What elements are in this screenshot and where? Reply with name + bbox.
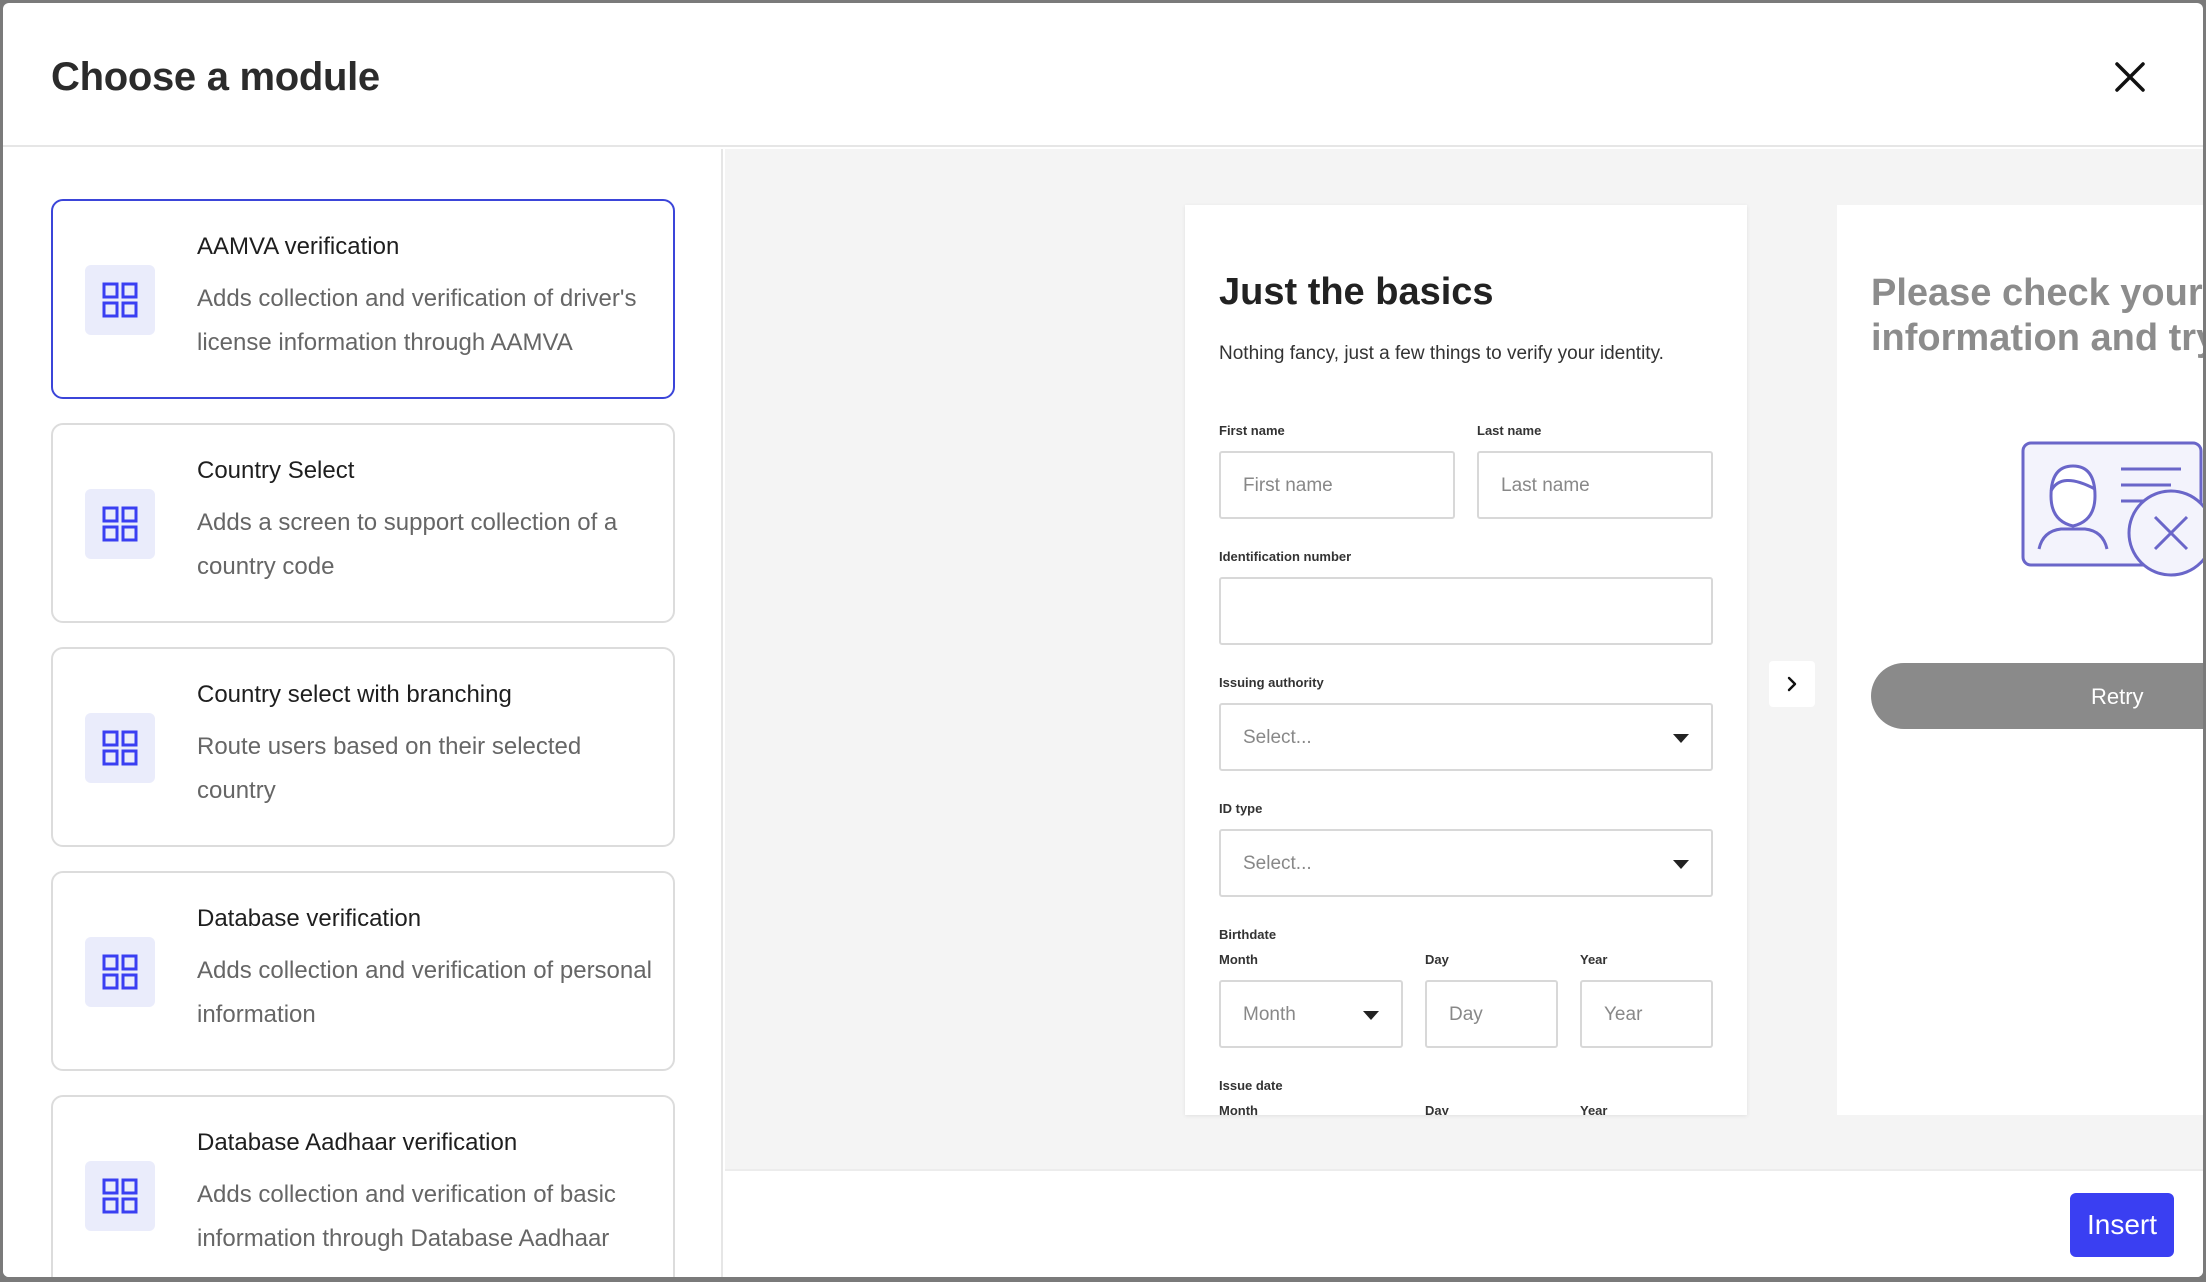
first-name-input[interactable]: First name <box>1219 451 1455 519</box>
select-value: Month <box>1243 1004 1296 1025</box>
module-description: Route users based on their selected coun… <box>197 733 582 804</box>
grid-icon <box>102 954 138 990</box>
id-number-input[interactable] <box>1219 577 1713 645</box>
module-icon-box <box>85 489 155 559</box>
grid-icon <box>102 1178 138 1214</box>
last-name-label: Last name <box>1477 423 1542 438</box>
module-title: Database verification <box>197 905 422 932</box>
module-icon-box <box>85 265 155 335</box>
grid-icon <box>102 730 138 766</box>
birth-day-input[interactable]: Day <box>1425 980 1558 1048</box>
issuing-authority-label: Issuing authority <box>1219 675 1324 690</box>
module-card-country-select[interactable]: Country Select Adds a screen to support … <box>51 423 675 623</box>
module-description: Adds collection and verification of driv… <box>197 285 637 356</box>
module-title: Database Aadhaar verification <box>197 1129 518 1156</box>
id-number-label: Identification number <box>1219 549 1352 564</box>
grid-icon <box>102 506 138 542</box>
close-icon <box>2115 62 2145 92</box>
module-icon-box <box>85 1161 155 1231</box>
module-card-country-select-branching[interactable]: Country select with branching Route user… <box>51 647 675 847</box>
issue-year-label: Year <box>1580 1103 1608 1115</box>
birth-year-input[interactable]: Year <box>1580 980 1713 1048</box>
caret-down-icon <box>1673 734 1689 743</box>
caret-down-icon <box>1363 1011 1379 1020</box>
birth-year-label: Year <box>1580 952 1608 967</box>
select-value: Select... <box>1243 853 1312 874</box>
module-title: Country select with branching <box>197 681 512 708</box>
module-icon-box <box>85 937 155 1007</box>
modal-title: Choose a module <box>51 55 380 99</box>
chevron-right-icon <box>1787 676 1797 692</box>
preview-screen-retry: Please check your information and try Re… <box>1837 205 2203 1115</box>
module-title: AAMVA verification <box>197 233 400 260</box>
issue-day-label: Day <box>1425 1103 1449 1115</box>
screen-subtitle: Nothing fancy, just a few things to veri… <box>1219 343 1664 364</box>
birth-month-label: Month <box>1219 952 1258 967</box>
screen-title: Please check your information and try <box>1871 272 2203 359</box>
issue-month-label: Month <box>1219 1103 1258 1115</box>
birth-month-select[interactable]: Month <box>1219 980 1403 1048</box>
module-description: Adds collection and verification of basi… <box>197 1181 616 1252</box>
grid-icon <box>102 282 138 318</box>
module-card-database-aadhaar[interactable]: Database Aadhaar verification Adds colle… <box>51 1095 675 1277</box>
issue-date-label: Issue date <box>1219 1078 1283 1093</box>
module-card-aamva[interactable]: AAMVA verification Adds collection and v… <box>51 199 675 399</box>
modal-footer: Insert <box>725 1169 2203 1277</box>
module-description: Adds a screen to support collection of a… <box>197 509 618 580</box>
insert-button[interactable]: Insert <box>2070 1193 2174 1257</box>
module-list[interactable]: AAMVA verification Adds collection and v… <box>3 149 723 1277</box>
issuing-authority-select[interactable]: Select... <box>1219 703 1713 771</box>
birth-day-label: Day <box>1425 952 1449 967</box>
caret-down-icon <box>1673 860 1689 869</box>
first-name-label: First name <box>1219 423 1285 438</box>
preview-screen-basics: Just the basics Nothing fancy, just a fe… <box>1185 205 1747 1115</box>
last-name-input[interactable]: Last name <box>1477 451 1713 519</box>
next-screen-button[interactable] <box>1769 661 1815 707</box>
select-value: Select... <box>1243 727 1312 748</box>
module-description: Adds collection and verification of pers… <box>197 957 652 1028</box>
module-title: Country Select <box>197 457 355 484</box>
id-card-error-icon <box>2021 441 2203 577</box>
module-preview[interactable]: Just the basics Nothing fancy, just a fe… <box>725 149 2203 1171</box>
close-button[interactable] <box>2108 55 2152 99</box>
id-type-label: ID type <box>1219 801 1263 816</box>
choose-module-modal: Choose a module AAMVA verification Adds … <box>3 3 2203 1277</box>
module-icon-box <box>85 713 155 783</box>
module-card-database-verification[interactable]: Database verification Adds collection an… <box>51 871 675 1071</box>
modal-header: Choose a module <box>3 3 2203 147</box>
retry-button[interactable]: Retry <box>1871 663 2203 729</box>
screen-title: Just the basics <box>1219 271 1494 313</box>
birthdate-label: Birthdate <box>1219 927 1277 942</box>
retry-label: Retry <box>2091 684 2144 709</box>
id-type-select[interactable]: Select... <box>1219 829 1713 897</box>
